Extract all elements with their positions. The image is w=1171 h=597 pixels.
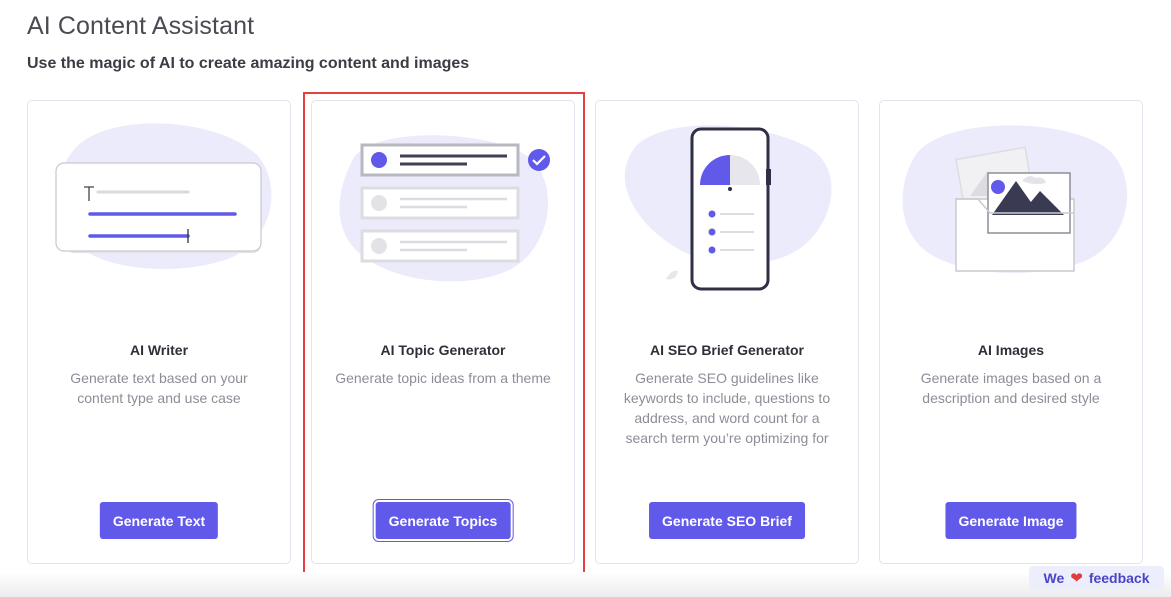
feedback-button[interactable]: We ❤ feedback	[1029, 566, 1164, 590]
card-description: Generate images based on a description a…	[920, 370, 1102, 406]
card-description: Generate topic ideas from a theme	[335, 370, 551, 386]
card-title: AI Images	[977, 342, 1045, 358]
ai-images-illustration	[902, 125, 1128, 274]
generate-text-button[interactable]: Generate Text	[99, 502, 219, 539]
ai-seo-brief-illustration	[624, 125, 832, 291]
card-ai-seo-brief-generator: AI SEO Brief Generator Generate SEO guid…	[595, 100, 859, 564]
generate-image-button[interactable]: Generate Image	[945, 502, 1077, 539]
card-title: AI SEO Brief Generator	[649, 342, 805, 358]
feedback-label: feedback	[1088, 570, 1150, 586]
page-title: AI Content Assistant	[27, 12, 255, 40]
generate-topics-button[interactable]: Generate Topics	[375, 502, 511, 539]
generate-seo-brief-button[interactable]: Generate SEO Brief	[649, 502, 805, 539]
card-title: AI Topic Generator	[380, 342, 506, 358]
card-description: Generate text based on your content type…	[70, 370, 248, 406]
card-title: AI Writer	[129, 342, 189, 358]
card-description: Generate SEO guidelines like keywords to…	[623, 370, 831, 446]
bottom-shade	[0, 572, 1171, 597]
ai-writer-illustration	[55, 123, 272, 269]
ai-topic-generator-illustration	[339, 135, 550, 282]
page-subtitle: Use the magic of AI to create amazing co…	[27, 55, 470, 72]
heart-icon: ❤	[1070, 569, 1083, 587]
card-ai-writer: AI Writer Generate text based on your co…	[27, 100, 291, 564]
card-ai-topic-generator: AI Topic Generator Generate topic ideas …	[311, 100, 575, 564]
feedback-prefix: We	[1043, 570, 1065, 586]
card-ai-images: AI Images Generate images based on a des…	[879, 100, 1143, 564]
